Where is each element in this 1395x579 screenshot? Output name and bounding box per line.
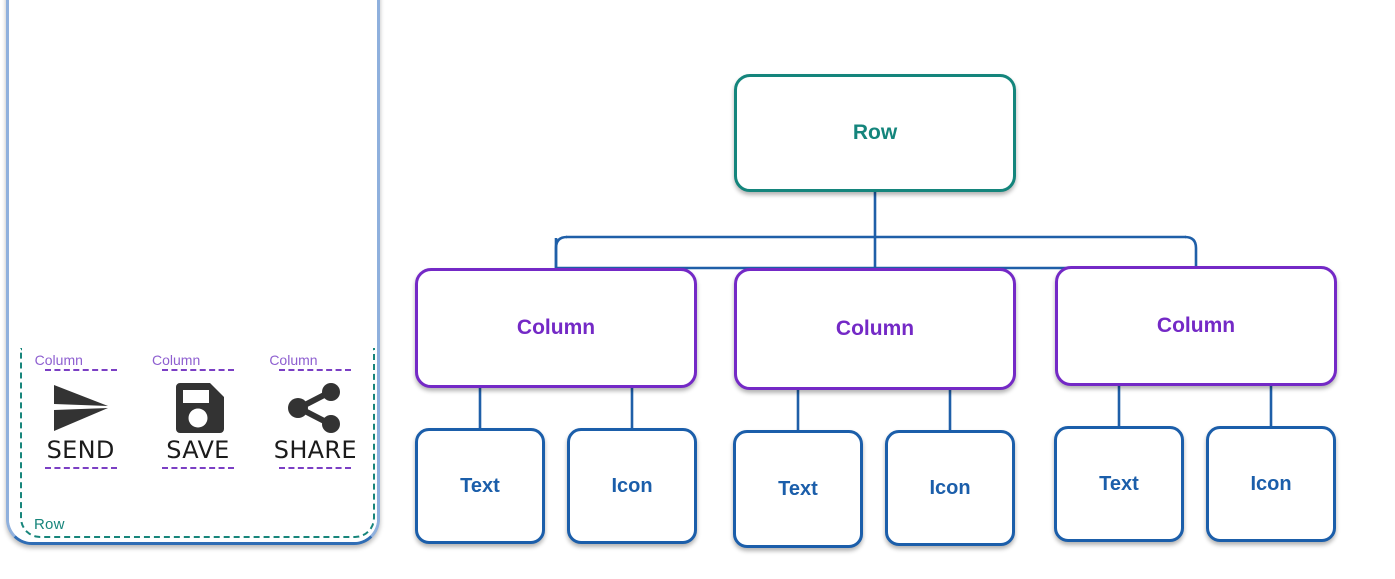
tree-node-label: Text: [1099, 472, 1139, 495]
share-icon[interactable]: [283, 380, 347, 436]
toolbar-column-share: Column SHARE: [267, 352, 363, 469]
tree-node-label: Icon: [929, 476, 971, 499]
tree-node-text-2[interactable]: Text: [733, 430, 863, 548]
column-overlay-label: Column: [269, 352, 318, 368]
tree-node-icon-3[interactable]: Icon: [1206, 426, 1336, 542]
column-overlay-label: Column: [34, 352, 83, 368]
tree-node-label: Text: [778, 477, 818, 500]
tree-node-label: Column: [835, 317, 915, 340]
tree-node-column-2[interactable]: Column: [734, 268, 1016, 390]
column-overlay-box: SHARE: [274, 369, 357, 469]
row-overlay-label: Row: [34, 516, 65, 533]
column-overlay-box: SEND: [44, 369, 117, 469]
tree-node-column-3[interactable]: Column: [1055, 266, 1337, 386]
tree-node-label: Column: [516, 316, 596, 339]
tree-node-icon-2[interactable]: Icon: [885, 430, 1015, 546]
send-icon[interactable]: [49, 380, 113, 436]
widget-tree: Row Column Column Column Text Icon Text …: [390, 0, 1395, 579]
column-overlay-label: Column: [151, 352, 201, 368]
share-button-label[interactable]: SHARE: [274, 436, 357, 464]
tree-node-text-3[interactable]: Text: [1054, 426, 1184, 542]
save-icon[interactable]: [166, 380, 230, 436]
tree-node-row[interactable]: Row: [734, 74, 1016, 192]
toolbar-column-send: Column SEND: [33, 352, 129, 469]
toolbar-row: Column SEND Column SAVE Column SHARE: [22, 352, 374, 497]
toolbar-column-save: Column SAVE: [150, 352, 246, 469]
tree-node-label: Icon: [611, 474, 653, 497]
send-button-label[interactable]: SEND: [47, 436, 115, 464]
tree-node-label: Icon: [1250, 472, 1292, 495]
column-overlay-box: SAVE: [161, 369, 234, 469]
tree-node-label: Column: [1156, 314, 1236, 337]
save-button-label[interactable]: SAVE: [166, 436, 229, 464]
tree-node-label: Text: [460, 474, 500, 497]
tree-node-label: Row: [852, 121, 898, 144]
tree-node-column-1[interactable]: Column: [415, 268, 697, 388]
tree-node-icon-1[interactable]: Icon: [567, 428, 697, 544]
tree-node-text-1[interactable]: Text: [415, 428, 545, 544]
diagram-canvas: Row Column SEND Column SAVE Column SHARE…: [0, 0, 1395, 579]
device-mockup-panel: Row Column SEND Column SAVE Column SHARE: [0, 0, 388, 546]
